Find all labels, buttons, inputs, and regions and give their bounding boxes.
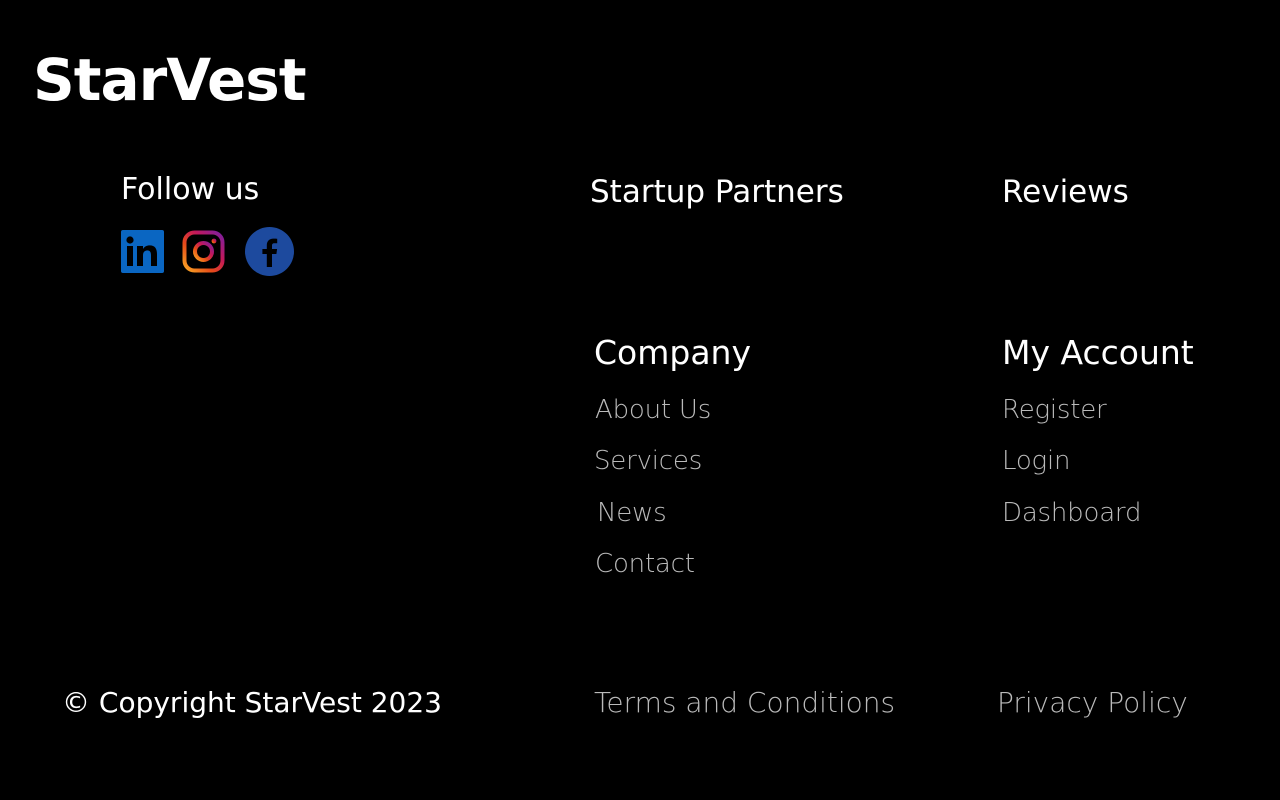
brand-logo[interactable]: StarVest <box>33 44 307 116</box>
facebook-icon[interactable] <box>245 227 294 276</box>
privacy-link[interactable]: Privacy Policy <box>997 685 1188 721</box>
company-heading: Company <box>594 333 751 372</box>
terms-link[interactable]: Terms and Conditions <box>594 685 895 721</box>
startup-partners-heading[interactable]: Startup Partners <box>590 172 844 212</box>
follow-us-heading: Follow us <box>121 172 260 207</box>
services-link[interactable]: Services <box>594 444 702 478</box>
my-account-heading: My Account <box>1002 333 1194 372</box>
instagram-icon[interactable] <box>182 230 225 273</box>
dashboard-link[interactable]: Dashboard <box>1002 496 1141 530</box>
reviews-heading[interactable]: Reviews <box>1002 172 1129 212</box>
copyright-text: © Copyright StarVest 2023 <box>62 686 442 719</box>
about-us-link[interactable]: About Us <box>595 393 711 427</box>
linkedin-icon[interactable] <box>121 230 164 273</box>
news-link[interactable]: News <box>597 496 667 530</box>
register-link[interactable]: Register <box>1002 393 1107 427</box>
footer-page: StarVest Follow us Startup Partners Revi… <box>0 0 1280 800</box>
login-link[interactable]: Login <box>1002 444 1070 478</box>
contact-link[interactable]: Contact <box>595 547 695 581</box>
